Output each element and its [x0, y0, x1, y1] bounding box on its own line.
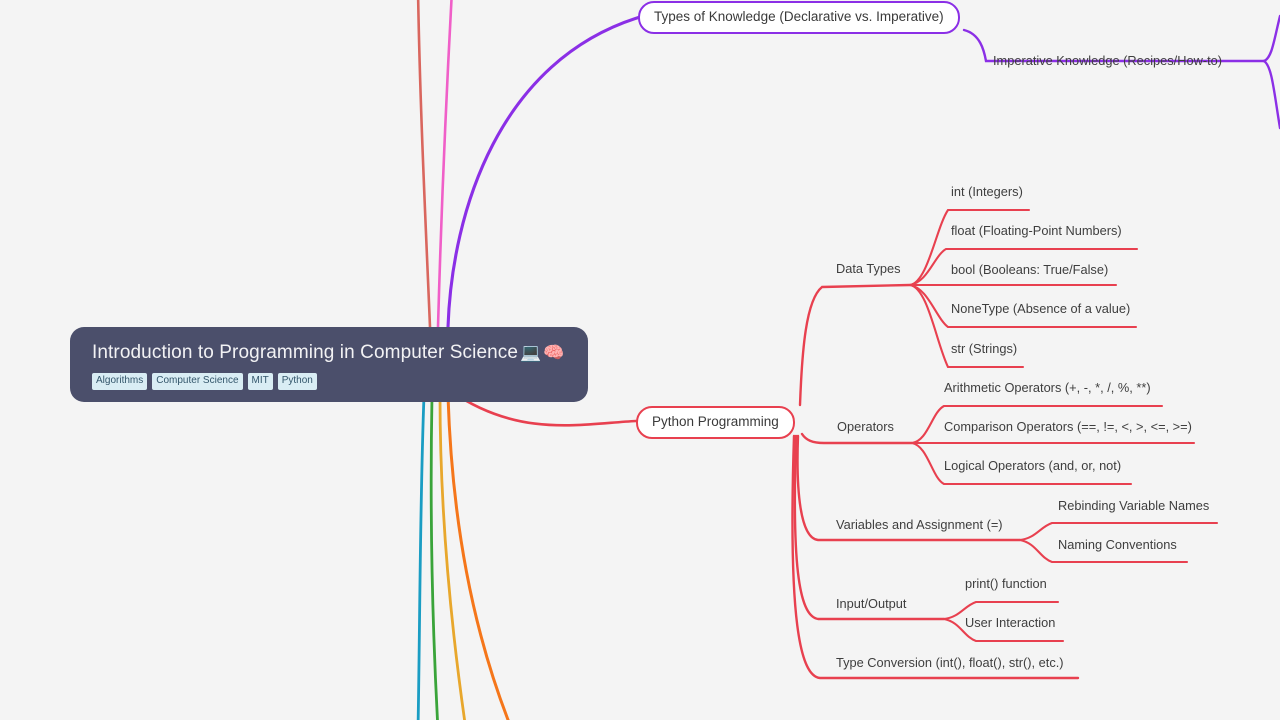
knowledge-child-split-lower [1262, 59, 1280, 130]
leaf-naming-conventions[interactable]: Naming Conventions [1058, 537, 1177, 553]
leaf-user-interaction[interactable]: User Interaction [965, 615, 1055, 631]
leaf-str[interactable]: str (Strings) [951, 341, 1017, 357]
leaf-arithmetic-operators[interactable]: Arithmetic Operators (+, -, *, /, %, **) [944, 380, 1151, 396]
root-tag[interactable]: Python [277, 373, 317, 390]
offscreen-branch-pink [436, 0, 453, 329]
branch-node-types-of-knowledge[interactable]: Types of Knowledge (Declarative vs. Impe… [638, 1, 960, 34]
leaf-logical-operators[interactable]: Logical Operators (and, or, not) [944, 458, 1121, 474]
leaf-int[interactable]: int (Integers) [951, 184, 1023, 200]
root-title-text: Introduction to Programming in Computer … [92, 342, 519, 363]
offscreen-branch-teal [416, 394, 426, 720]
root-tag[interactable]: Computer Science [152, 373, 243, 390]
leaf-print-function[interactable]: print() function [965, 576, 1047, 592]
root-node[interactable]: Introduction to Programming in Computer … [70, 327, 588, 402]
page-title: Introduction to Programming in Computer … [92, 341, 568, 365]
knowledge-child-split-upper [1262, 14, 1280, 63]
group-label-data-types[interactable]: Data Types [836, 261, 901, 277]
branch-wire-types-of-knowledge [446, 15, 642, 329]
group-label-variables-and-assignment[interactable]: Variables and Assignment (=) [836, 517, 1003, 533]
wire-to-data-types [798, 283, 912, 407]
root-tag-list: Algorithms Computer Science MIT Python [92, 373, 568, 390]
offscreen-branch-amber [438, 394, 466, 720]
leaf-float[interactable]: float (Floating-Point Numbers) [951, 223, 1122, 239]
root-tag[interactable]: MIT [247, 373, 273, 390]
offscreen-branch-green [429, 394, 439, 720]
leaf-nonetype[interactable]: NoneType (Absence of a value) [951, 301, 1130, 317]
offscreen-branch-salmon [416, 0, 432, 329]
group-label-input-output[interactable]: Input/Output [836, 596, 906, 612]
leaf-bool[interactable]: bool (Booleans: True/False) [951, 262, 1108, 278]
branch-node-python-programming[interactable]: Python Programming [636, 406, 795, 439]
mindmap-canvas: Introduction to Programming in Computer … [0, 0, 1280, 720]
laptop-icon: 💻 [520, 343, 542, 362]
offscreen-branch-orange [446, 394, 510, 720]
group-label-operators[interactable]: Operators [837, 419, 894, 435]
root-tag[interactable]: Algorithms [92, 373, 148, 390]
group-label-type-conversion[interactable]: Type Conversion (int(), float(), str(), … [836, 655, 1064, 671]
leaf-comparison-operators[interactable]: Comparison Operators (==, !=, <, >, <=, … [944, 419, 1192, 435]
leaf-rebinding-variable-names[interactable]: Rebinding Variable Names [1058, 498, 1209, 514]
wire-to-operators [800, 432, 914, 445]
knowledge-child-imperative[interactable]: Imperative Knowledge (Recipes/How-to) [993, 53, 1222, 69]
brain-icon: 🧠 [543, 343, 565, 362]
